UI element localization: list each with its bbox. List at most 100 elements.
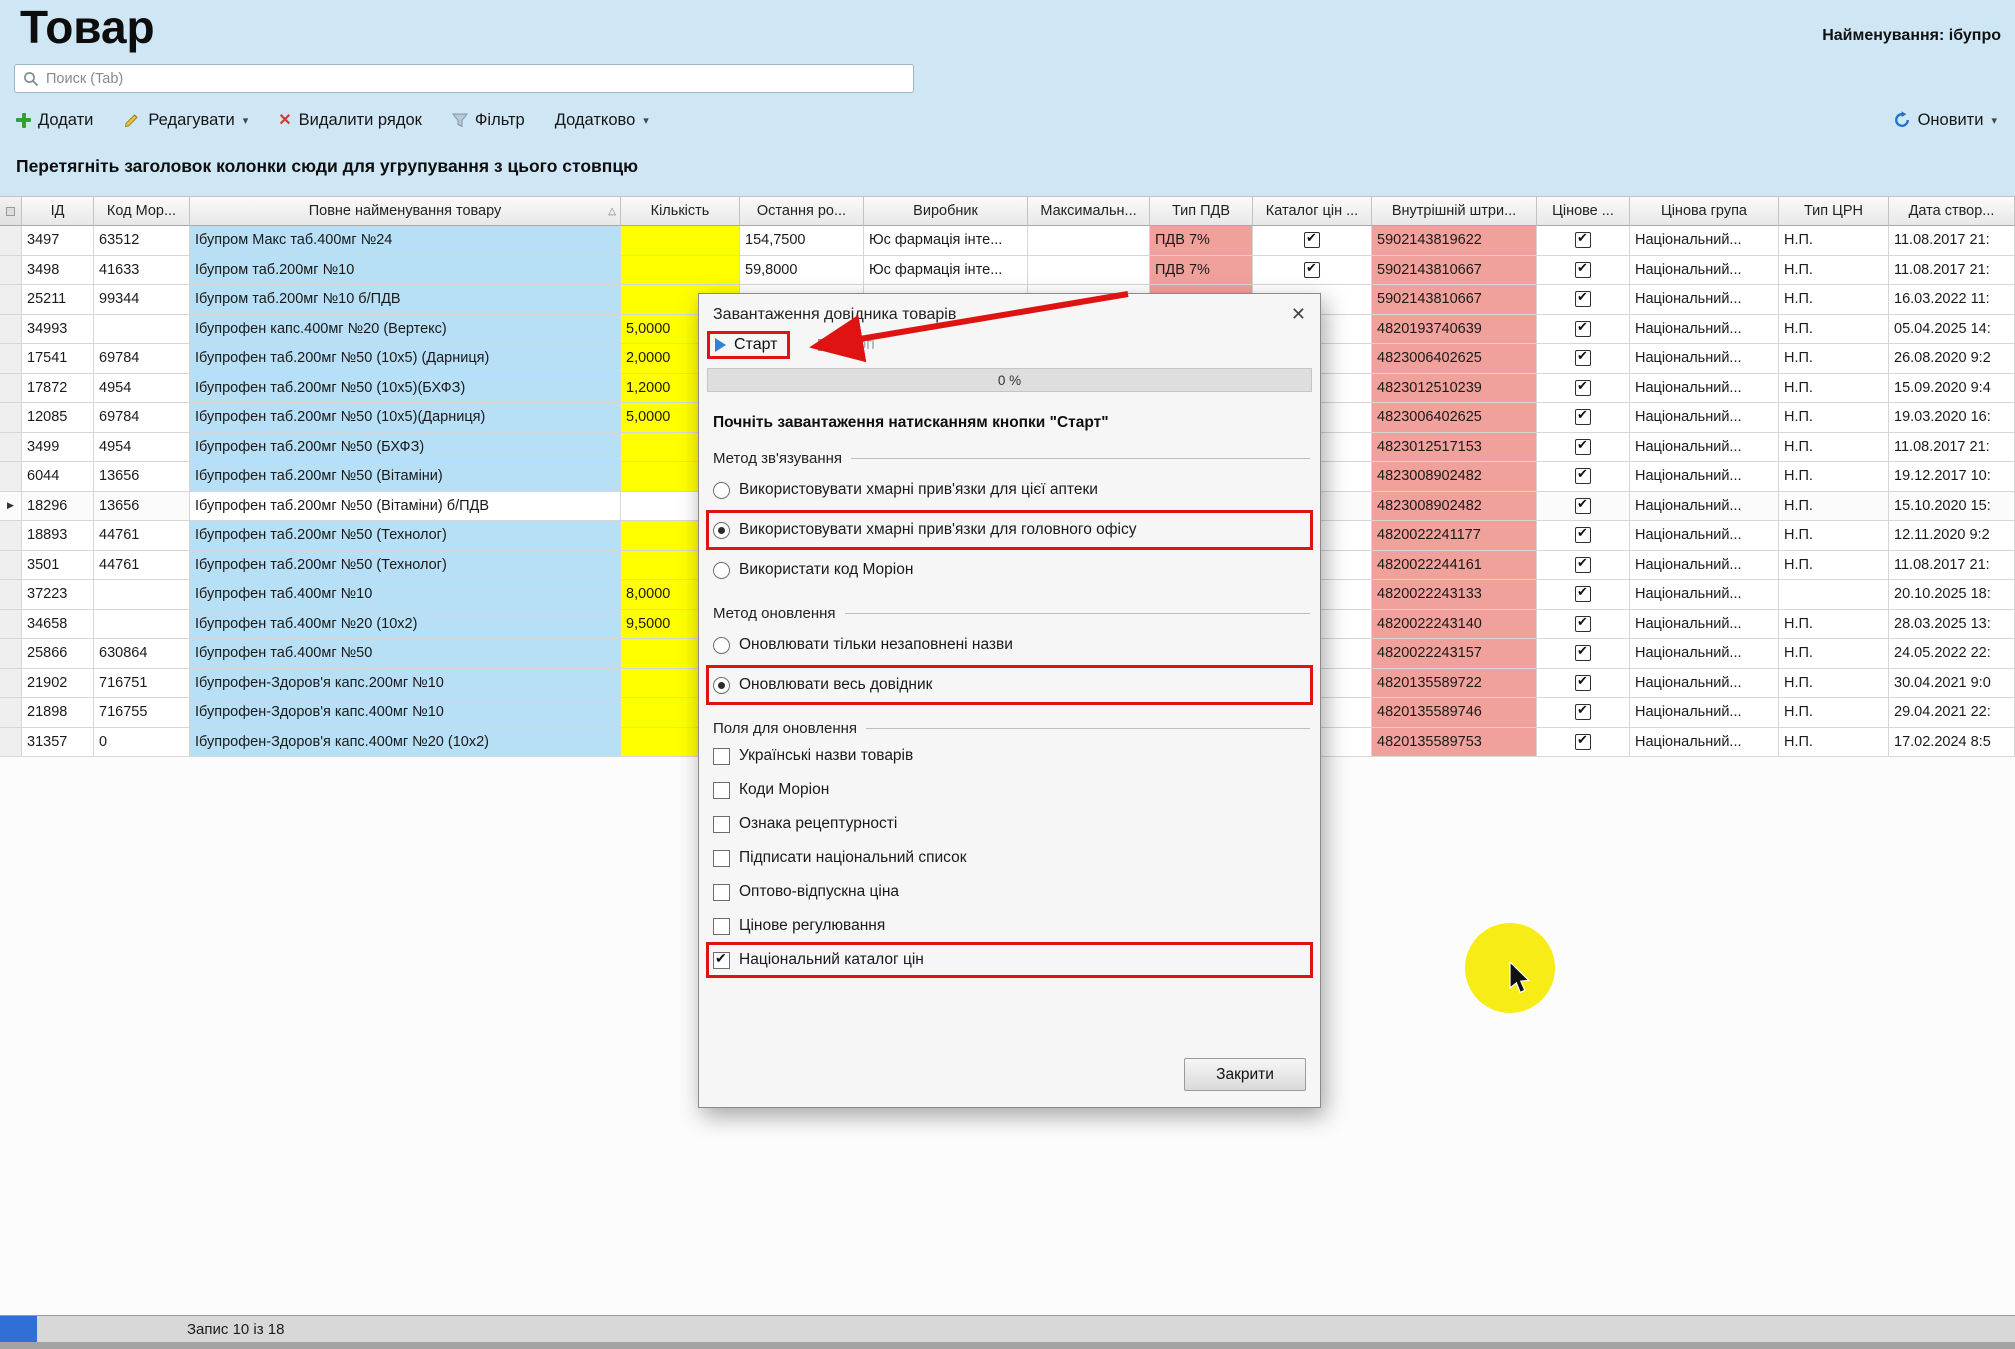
update-option-1[interactable]: Оновлювати тільки незаповнені назви (709, 628, 1310, 662)
checkbox-checked-icon[interactable] (1575, 350, 1591, 366)
field-option-6[interactable]: Цінове регулювання (709, 911, 1310, 941)
checkbox-icon[interactable] (713, 850, 730, 867)
cell-price_group: Національний... (1630, 728, 1779, 758)
cell-price_flag (1537, 669, 1630, 699)
checkbox-icon[interactable] (713, 918, 730, 935)
start-button[interactable]: Старт (715, 336, 777, 354)
progress-label: 0 % (998, 373, 1021, 388)
status-bar: Запис 10 із 18 (0, 1315, 2015, 1349)
cell-code (94, 315, 190, 345)
column-header-14[interactable]: Дата створ... (1889, 196, 2015, 226)
cell-code: 44761 (94, 521, 190, 551)
checkbox-checked-icon[interactable] (1304, 232, 1320, 248)
checkbox-icon[interactable] (713, 952, 730, 969)
column-header-1[interactable]: ІД (22, 196, 94, 226)
column-header-2[interactable]: Код Мор... (94, 196, 190, 226)
checkbox-checked-icon[interactable] (1575, 557, 1591, 573)
option-label: Використовувати хмарні прив'язки для гол… (739, 521, 1136, 539)
cell-created: 29.04.2021 22: (1889, 698, 2015, 728)
cell-name: Ібупрофен таб.200мг №50 (Технолог) (190, 551, 621, 581)
radio-icon[interactable] (713, 677, 730, 694)
checkbox-checked-icon[interactable] (1575, 291, 1591, 307)
radio-icon[interactable] (713, 522, 730, 539)
checkbox-checked-icon[interactable] (1575, 498, 1591, 514)
checkbox-checked-icon[interactable] (1575, 616, 1591, 632)
column-header-5[interactable]: Остання ро... (740, 196, 864, 226)
checkbox-icon[interactable] (713, 782, 730, 799)
checkbox-checked-icon[interactable] (1575, 527, 1591, 543)
close-dialog-button[interactable]: Закрити (1184, 1058, 1306, 1091)
cell-id: 3498 (22, 256, 94, 286)
binding-option-3[interactable]: Використати код Моріон (709, 553, 1310, 587)
checkbox-checked-icon[interactable] (1575, 380, 1591, 396)
column-label: ІД (51, 203, 65, 219)
more-button[interactable]: Додатково ▾ (555, 111, 649, 130)
checkbox-checked-icon[interactable] (1575, 586, 1591, 602)
close-icon[interactable]: ✕ (1291, 304, 1306, 325)
table-row[interactable]: 349763512Ібупром Макс таб.400мг №24154,7… (0, 226, 2015, 256)
checkbox-checked-icon[interactable] (1575, 704, 1591, 720)
checkbox-checked-icon[interactable] (1575, 439, 1591, 455)
cell-price_group: Національний... (1630, 521, 1779, 551)
column-header-12[interactable]: Цінова група (1630, 196, 1779, 226)
column-header-10[interactable]: Внутрішній штри... (1372, 196, 1537, 226)
column-header-13[interactable]: Тип ЦРН (1779, 196, 1889, 226)
field-option-1[interactable]: Українські назви товарів (709, 741, 1310, 771)
filter-button[interactable]: Фільтр (452, 111, 525, 130)
checkbox-checked-icon[interactable] (1304, 262, 1320, 278)
search-box[interactable] (14, 64, 914, 93)
column-header-6[interactable]: Виробник (864, 196, 1028, 226)
refresh-button[interactable]: Оновити ▾ (1893, 111, 1997, 130)
cell-created: 12.11.2020 9:2 (1889, 521, 2015, 551)
column-header-9[interactable]: Каталог цін ... (1253, 196, 1372, 226)
add-button[interactable]: Додати (16, 111, 93, 130)
checkbox-checked-icon[interactable] (1575, 645, 1591, 661)
edit-button[interactable]: Редагувати ▾ (123, 111, 248, 130)
cell-name: Ібупрофен таб.200мг №50 (Вітаміни) б/ПДВ (190, 492, 621, 522)
cell-code: 716751 (94, 669, 190, 699)
section-update-fields: Поля для оновлення (709, 720, 1310, 737)
checkbox-icon[interactable] (713, 884, 730, 901)
binding-option-2[interactable]: Використовувати хмарні прив'язки для гол… (709, 513, 1310, 547)
cell-barcode: 4823006402625 (1372, 403, 1537, 433)
cell-id: 17541 (22, 344, 94, 374)
checkbox-icon[interactable] (713, 816, 730, 833)
column-header-3[interactable]: Повне найменування товару△ (190, 196, 621, 226)
radio-icon[interactable] (713, 637, 730, 654)
search-input[interactable] (46, 71, 905, 87)
checkbox-checked-icon[interactable] (1575, 262, 1591, 278)
cursor-highlight (1465, 923, 1555, 1013)
field-option-7[interactable]: Національний каталог цін (709, 945, 1310, 975)
field-option-3[interactable]: Ознака рецептурності (709, 809, 1310, 839)
cell-name: Ібупром таб.200мг №10 (190, 256, 621, 286)
binding-option-1[interactable]: Використовувати хмарні прив'язки для ціє… (709, 473, 1310, 507)
field-option-5[interactable]: Оптово-відпускна ціна (709, 877, 1310, 907)
cell-vat: ПДВ 7% (1150, 226, 1253, 256)
cell-name: Ібупрофен таб.400мг №20 (10х2) (190, 610, 621, 640)
cell-crn: Н.П. (1779, 462, 1889, 492)
column-header-4[interactable]: Кількість (621, 196, 740, 226)
checkbox-checked-icon[interactable] (1575, 409, 1591, 425)
cell-catalog (1253, 226, 1372, 256)
radio-icon[interactable] (713, 562, 730, 579)
field-option-2[interactable]: Коди Моріон (709, 775, 1310, 805)
column-header-7[interactable]: Максимальн... (1028, 196, 1150, 226)
checkbox-checked-icon[interactable] (1575, 321, 1591, 337)
cell-marker (0, 521, 22, 551)
cell-marker (0, 374, 22, 404)
checkbox-checked-icon[interactable] (1575, 232, 1591, 248)
column-header-8[interactable]: Тип ПДВ (1150, 196, 1253, 226)
column-header-11[interactable]: Цінове ... (1537, 196, 1630, 226)
checkbox-icon[interactable] (713, 748, 730, 765)
field-option-4[interactable]: Підписати національний список (709, 843, 1310, 873)
cell-name: Ібупрофен таб.400мг №10 (190, 580, 621, 610)
checkbox-checked-icon[interactable] (1575, 468, 1591, 484)
checkbox-checked-icon[interactable] (1575, 675, 1591, 691)
tool-label: Фільтр (475, 111, 525, 130)
checkbox-checked-icon[interactable] (1575, 734, 1591, 750)
update-option-2[interactable]: Оновлювати весь довідник (709, 668, 1310, 702)
cell-price_group: Національний... (1630, 551, 1779, 581)
cell-marker (0, 639, 22, 669)
delete-row-button[interactable]: ✕ Видалити рядок (278, 110, 422, 130)
radio-icon[interactable] (713, 482, 730, 499)
